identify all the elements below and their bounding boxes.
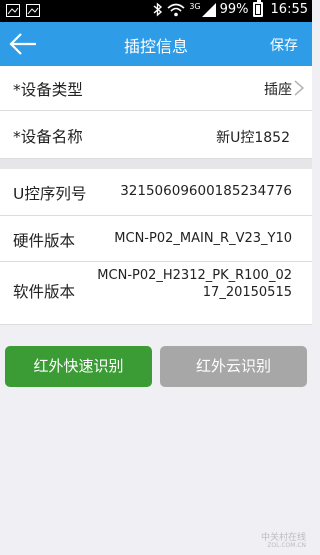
app-bar: 插控信息 保存	[0, 22, 312, 66]
status-time: 16:55	[270, 2, 308, 17]
device-type-label: *设备类型	[13, 81, 83, 99]
save-button[interactable]: 保存	[270, 35, 298, 55]
wifi-icon	[167, 3, 185, 16]
chevron-right-icon	[294, 80, 305, 96]
software-version-label: 软件版本	[13, 283, 76, 301]
device-type-row[interactable]: *设备类型 插座	[0, 66, 312, 111]
cloud-ir-recognition-button[interactable]: 红外云识别	[160, 346, 307, 387]
bluetooth-icon	[153, 2, 163, 17]
device-name-label: *设备名称	[13, 128, 83, 146]
serial-label: U控序列号	[13, 185, 87, 203]
quick-ir-recognition-button[interactable]: 红外快速识别	[5, 346, 152, 387]
serial-row: U控序列号 32150609600185234776	[0, 169, 312, 216]
battery-percent: 99%	[219, 2, 249, 17]
hardware-version-label: 硬件版本	[13, 232, 76, 250]
software-version-value: MCN-P02_H2312_PK_R100_0217_20150515	[97, 268, 292, 300]
hardware-version-row: 硬件版本 MCN-P02_MAIN_R_V23_Y10	[0, 216, 312, 262]
section-divider	[0, 159, 312, 169]
watermark-subtext: ZOL.COM.CN	[267, 542, 306, 549]
device-name-row[interactable]: *设备名称 新U控1852	[0, 111, 312, 159]
serial-value: 32150609600185234776	[120, 183, 292, 199]
battery-icon	[252, 0, 263, 17]
hardware-version-value: MCN-P02_MAIN_R_V23_Y10	[114, 231, 292, 246]
image-icon	[6, 4, 20, 17]
status-bar: 3G 99% 16:55	[0, 0, 312, 22]
network-type-label: 3G	[189, 2, 201, 11]
watermark: 中关村在线 ZOL.COM.CN	[261, 534, 306, 549]
device-type-value: 插座	[264, 82, 292, 98]
image-icon	[26, 4, 40, 17]
device-name-field[interactable]: 新U控1852	[216, 127, 290, 147]
page-title: 插控信息	[123, 37, 188, 56]
signal-icon	[201, 2, 216, 17]
software-version-row: 软件版本 MCN-P02_H2312_PK_R100_0217_20150515	[0, 262, 312, 325]
